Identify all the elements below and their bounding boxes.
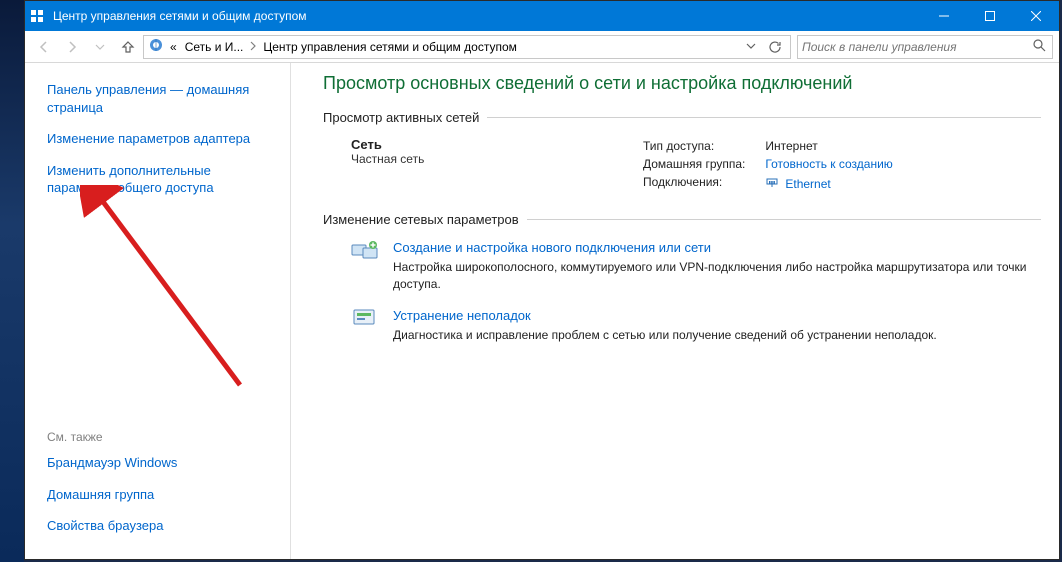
breadcrumb-2[interactable]: Центр управления сетями и общим доступом	[261, 40, 519, 54]
homegroup-label: Домашняя группа:	[643, 155, 765, 173]
divider	[527, 219, 1041, 220]
network-category: Частная сеть	[351, 152, 643, 166]
network-properties: Тип доступа: Интернет Домашняя группа: Г…	[643, 137, 1041, 194]
troubleshoot-icon	[351, 307, 379, 331]
breadcrumb-prefix: «	[168, 40, 179, 54]
search-input[interactable]	[802, 40, 1032, 54]
location-icon	[148, 37, 164, 56]
refresh-button[interactable]	[764, 40, 786, 54]
task-troubleshoot: Устранение неполадок Диагностика и испра…	[323, 307, 1041, 344]
network-identity: Сеть Частная сеть	[323, 137, 643, 166]
maximize-button[interactable]	[967, 1, 1013, 31]
search-box[interactable]	[797, 35, 1053, 59]
sidebar-advanced-sharing[interactable]: Изменить дополнительные параметры общего…	[47, 162, 276, 197]
sidebar: Панель управления — домашняя страница Из…	[25, 63, 291, 559]
divider	[487, 117, 1041, 118]
see-also-firewall[interactable]: Брандмауэр Windows	[47, 454, 276, 472]
breadcrumb-bar[interactable]: « Сеть и И... Центр управления сетями и …	[143, 35, 791, 59]
task-troubleshoot-desc: Диагностика и исправление проблем с сеть…	[393, 327, 1041, 344]
see-also-homegroup[interactable]: Домашняя группа	[47, 486, 276, 504]
desktop-background	[0, 0, 24, 562]
change-settings-header: Изменение сетевых параметров	[323, 212, 1041, 227]
titlebar: Центр управления сетями и общим доступом	[25, 1, 1059, 31]
main-content: Просмотр основных сведений о сети и наст…	[291, 63, 1059, 559]
app-icon	[25, 9, 49, 23]
address-toolbar: « Сеть и И... Центр управления сетями и …	[25, 31, 1059, 63]
change-settings-label: Изменение сетевых параметров	[323, 212, 519, 227]
address-dropdown-button[interactable]	[742, 40, 760, 54]
task-new-connection: Создание и настройка нового подключения …	[323, 239, 1041, 293]
network-name: Сеть	[351, 137, 643, 152]
new-connection-icon	[351, 239, 379, 263]
see-also-browser-properties[interactable]: Свойства браузера	[47, 517, 276, 535]
breadcrumb-1[interactable]: Сеть и И...	[183, 40, 246, 54]
up-button[interactable]	[115, 34, 141, 60]
back-button[interactable]	[31, 34, 57, 60]
connections-label: Подключения:	[643, 173, 765, 194]
task-troubleshoot-link[interactable]: Устранение неполадок	[393, 307, 1041, 325]
close-button[interactable]	[1013, 1, 1059, 31]
homegroup-link[interactable]: Готовность к созданию	[765, 157, 892, 171]
sidebar-adapter-settings[interactable]: Изменение параметров адаптера	[47, 130, 276, 148]
ethernet-icon	[765, 175, 779, 192]
active-networks-label: Просмотр активных сетей	[323, 110, 479, 125]
control-panel-window: Центр управления сетями и общим доступом	[24, 0, 1060, 560]
connection-value: Ethernet	[785, 177, 830, 191]
page-title: Просмотр основных сведений о сети и наст…	[323, 73, 1041, 94]
minimize-button[interactable]	[921, 1, 967, 31]
access-type-label: Тип доступа:	[643, 137, 765, 155]
search-icon[interactable]	[1032, 38, 1048, 55]
recent-dropdown[interactable]	[87, 34, 113, 60]
network-row: Сеть Частная сеть Тип доступа: Интернет …	[323, 137, 1041, 194]
active-networks-header: Просмотр активных сетей	[323, 110, 1041, 125]
connection-link[interactable]: Ethernet	[765, 175, 830, 192]
access-type-value: Интернет	[765, 137, 912, 155]
chevron-right-icon	[249, 40, 257, 54]
see-also-header: См. также	[47, 430, 276, 444]
window-body: Панель управления — домашняя страница Из…	[25, 63, 1059, 559]
task-new-connection-link[interactable]: Создание и настройка нового подключения …	[393, 239, 1041, 257]
window-title: Центр управления сетями и общим доступом	[49, 9, 921, 23]
forward-button[interactable]	[59, 34, 85, 60]
task-new-connection-desc: Настройка широкополосного, коммутируемог…	[393, 259, 1041, 293]
sidebar-home-link[interactable]: Панель управления — домашняя страница	[47, 81, 276, 116]
